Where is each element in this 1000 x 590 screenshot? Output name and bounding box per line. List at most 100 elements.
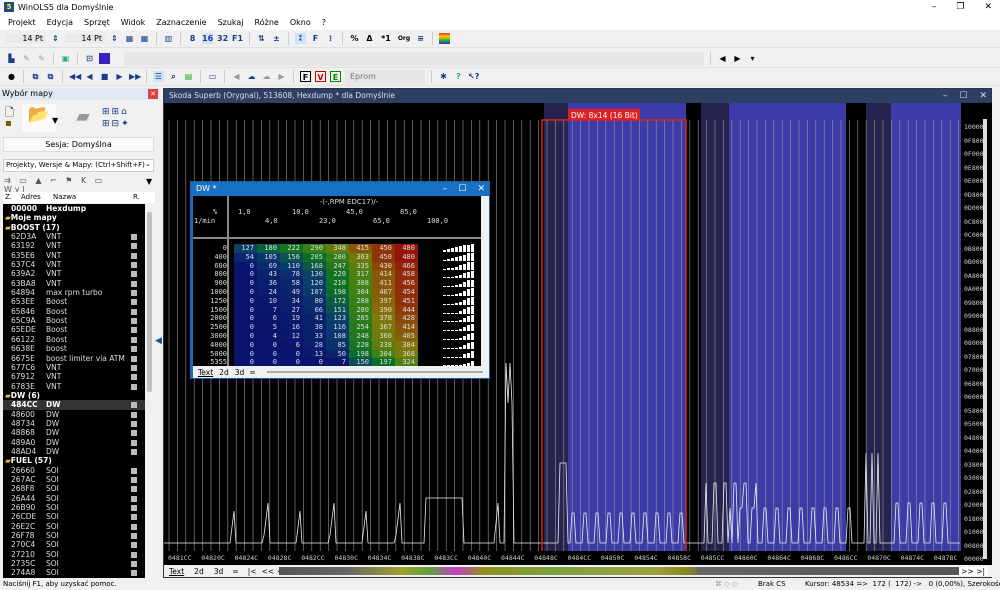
save-icon[interactable]: ▪ xyxy=(5,118,12,129)
map-cell[interactable]: 13 xyxy=(303,349,326,359)
map-cell[interactable]: 107 xyxy=(303,287,326,297)
map-cell[interactable]: 50 xyxy=(326,349,349,359)
16bit-button[interactable]: 16 xyxy=(202,33,213,44)
list-item[interactable]: 267AC SOI xyxy=(3,475,145,484)
list-item[interactable]: 677C6 VNT xyxy=(3,363,145,372)
map-cell[interactable]: 405 xyxy=(395,331,418,341)
menu-rozne[interactable]: Różne xyxy=(255,18,279,27)
grid-icon[interactable]: ■ xyxy=(99,71,110,82)
delta-button[interactable]: Δ xyxy=(364,33,375,44)
map-cell[interactable]: 5 xyxy=(257,323,280,332)
map-cell[interactable]: 456 xyxy=(395,279,418,288)
map-cell[interactable]: 198 xyxy=(349,349,372,359)
map-cell[interactable]: 24 xyxy=(257,287,280,297)
prev-page-icon[interactable]: ◀ xyxy=(84,71,95,82)
map-close-button[interactable]: ✕ xyxy=(477,182,485,196)
map-cell[interactable]: 151 xyxy=(326,305,349,315)
map-cell[interactable]: 110 xyxy=(280,261,303,271)
list-item[interactable]: 26CDE SOI xyxy=(3,512,145,521)
map-cell[interactable]: 450 xyxy=(372,244,395,253)
map-vscroll[interactable] xyxy=(481,196,489,366)
map-cell[interactable]: 198 xyxy=(326,287,349,297)
map-cell[interactable]: 116 xyxy=(326,323,349,332)
map-cell[interactable]: 54 xyxy=(234,252,257,262)
list-item[interactable]: 63192 VNT xyxy=(3,241,145,250)
map-cell[interactable]: 451 xyxy=(395,296,418,306)
spin-icon[interactable]: ⇕ xyxy=(109,33,120,44)
original-button[interactable]: Org xyxy=(397,33,411,44)
map-cell[interactable]: 480 xyxy=(395,252,418,262)
org-compare-icon[interactable]: ≡ xyxy=(415,33,426,44)
8bit-button[interactable]: 8 xyxy=(187,33,198,44)
map-cell[interactable]: 6 xyxy=(280,340,303,350)
chevron-down-icon[interactable]: ▾ xyxy=(747,53,758,64)
map-cell[interactable]: 428 xyxy=(395,314,418,324)
menu-help[interactable]: ? xyxy=(322,18,326,27)
map-cell[interactable]: 308 xyxy=(349,279,372,288)
col-r[interactable]: R. xyxy=(133,192,140,203)
list-item[interactable]: 6783E VNT xyxy=(3,382,145,391)
hex-vscroll[interactable] xyxy=(983,119,987,559)
columns-icon[interactable]: ▥ xyxy=(163,33,174,44)
float-button[interactable]: F1 xyxy=(232,33,243,44)
font-size-spinner-2[interactable]: 14 Pt xyxy=(65,34,105,43)
menu-szukaj[interactable]: Szukaj xyxy=(218,18,244,27)
map-cell[interactable]: 0 xyxy=(234,349,257,359)
checksum-icon[interactable]: ● xyxy=(6,71,17,82)
list-item[interactable]: 62D3A VNT xyxy=(3,232,145,241)
map-tab-text[interactable]: Text xyxy=(198,368,213,377)
map-cell[interactable]: 66 xyxy=(303,305,326,315)
list-item[interactable]: 63BA8 VNT xyxy=(3,279,145,288)
list-group[interactable]: ▰ BOOST (17) xyxy=(3,223,145,232)
map-cell[interactable]: 480 xyxy=(395,244,418,253)
map-cell[interactable]: 407 xyxy=(372,287,395,297)
list-item[interactable]: 48AD4 DW xyxy=(3,447,145,456)
map-tab-2d[interactable]: 2d xyxy=(219,368,229,377)
list-item[interactable]: 48600 DW xyxy=(3,410,145,419)
list-item[interactable]: 637C4 VNT xyxy=(3,260,145,269)
map-cell[interactable]: 0 xyxy=(234,296,257,306)
list-item[interactable]: 268F8 SOI xyxy=(3,484,145,493)
list-item[interactable]: 635E6 VNT xyxy=(3,251,145,260)
map-cell[interactable]: 414 xyxy=(372,270,395,280)
hex-maximize-button[interactable]: ☐ xyxy=(959,89,967,103)
map-cell[interactable]: 16 xyxy=(280,323,303,332)
map-cell[interactable]: 33 xyxy=(303,331,326,341)
list-item[interactable]: 26660 SOI xyxy=(3,466,145,475)
map-cell[interactable]: 247 xyxy=(326,261,349,271)
dec-format-icon[interactable]: ⁝ xyxy=(325,33,336,44)
list-item[interactable]: 26E2C SOI xyxy=(3,522,145,531)
percent-button[interactable]: % xyxy=(349,33,360,44)
hex-format-icon[interactable]: ⁑ xyxy=(295,33,306,44)
prev-icon[interactable]: ◀ xyxy=(717,53,728,64)
map-cell[interactable]: 220 xyxy=(326,270,349,280)
hex-view-icon[interactable]: ▦ xyxy=(124,33,135,44)
list-scrollbar[interactable] xyxy=(145,204,155,578)
map-cell[interactable]: 458 xyxy=(395,270,418,280)
last-icon[interactable]: ▶▶ xyxy=(129,71,141,82)
map-cell[interactable]: 222 xyxy=(280,244,303,253)
dropdown-arrow-icon[interactable]: ▼ xyxy=(52,116,58,125)
list-item[interactable]: 639A2 VNT xyxy=(3,269,145,278)
list-group[interactable]: ▰ Moje mapy xyxy=(3,213,145,222)
map-maximize-button[interactable]: ☐ xyxy=(458,182,466,196)
map-cell[interactable]: 415 xyxy=(349,244,372,253)
map-cell[interactable]: 414 xyxy=(395,323,418,332)
map-cell[interactable]: 280 xyxy=(349,305,372,315)
project-tools-icons[interactable]: ⊞⊞⌂ ⊞⊟✦ xyxy=(102,106,131,130)
import-icon[interactable]: ⧉ xyxy=(30,71,41,82)
map-cell[interactable]: 168 xyxy=(303,261,326,271)
map-cell[interactable]: 41 xyxy=(303,314,326,324)
filter-dropdown-icon[interactable]: ▼ xyxy=(146,177,152,186)
map-tab-split[interactable]: ═ xyxy=(250,368,255,377)
menu-widok[interactable]: Widok xyxy=(121,18,146,27)
map-cell[interactable]: 0 xyxy=(234,331,257,341)
spin-icon[interactable]: ⇕ xyxy=(50,33,61,44)
map-cell[interactable]: 317 xyxy=(349,270,372,280)
hex-minimize-button[interactable]: – xyxy=(943,89,948,103)
map-cell[interactable]: 172 xyxy=(326,296,349,306)
list-item[interactable]: 65C9A Boost xyxy=(3,316,145,325)
map-minimize-button[interactable]: – xyxy=(443,182,448,196)
map-cell[interactable]: 430 xyxy=(372,261,395,271)
list-item[interactable]: 00000 Hexdump xyxy=(3,204,145,213)
